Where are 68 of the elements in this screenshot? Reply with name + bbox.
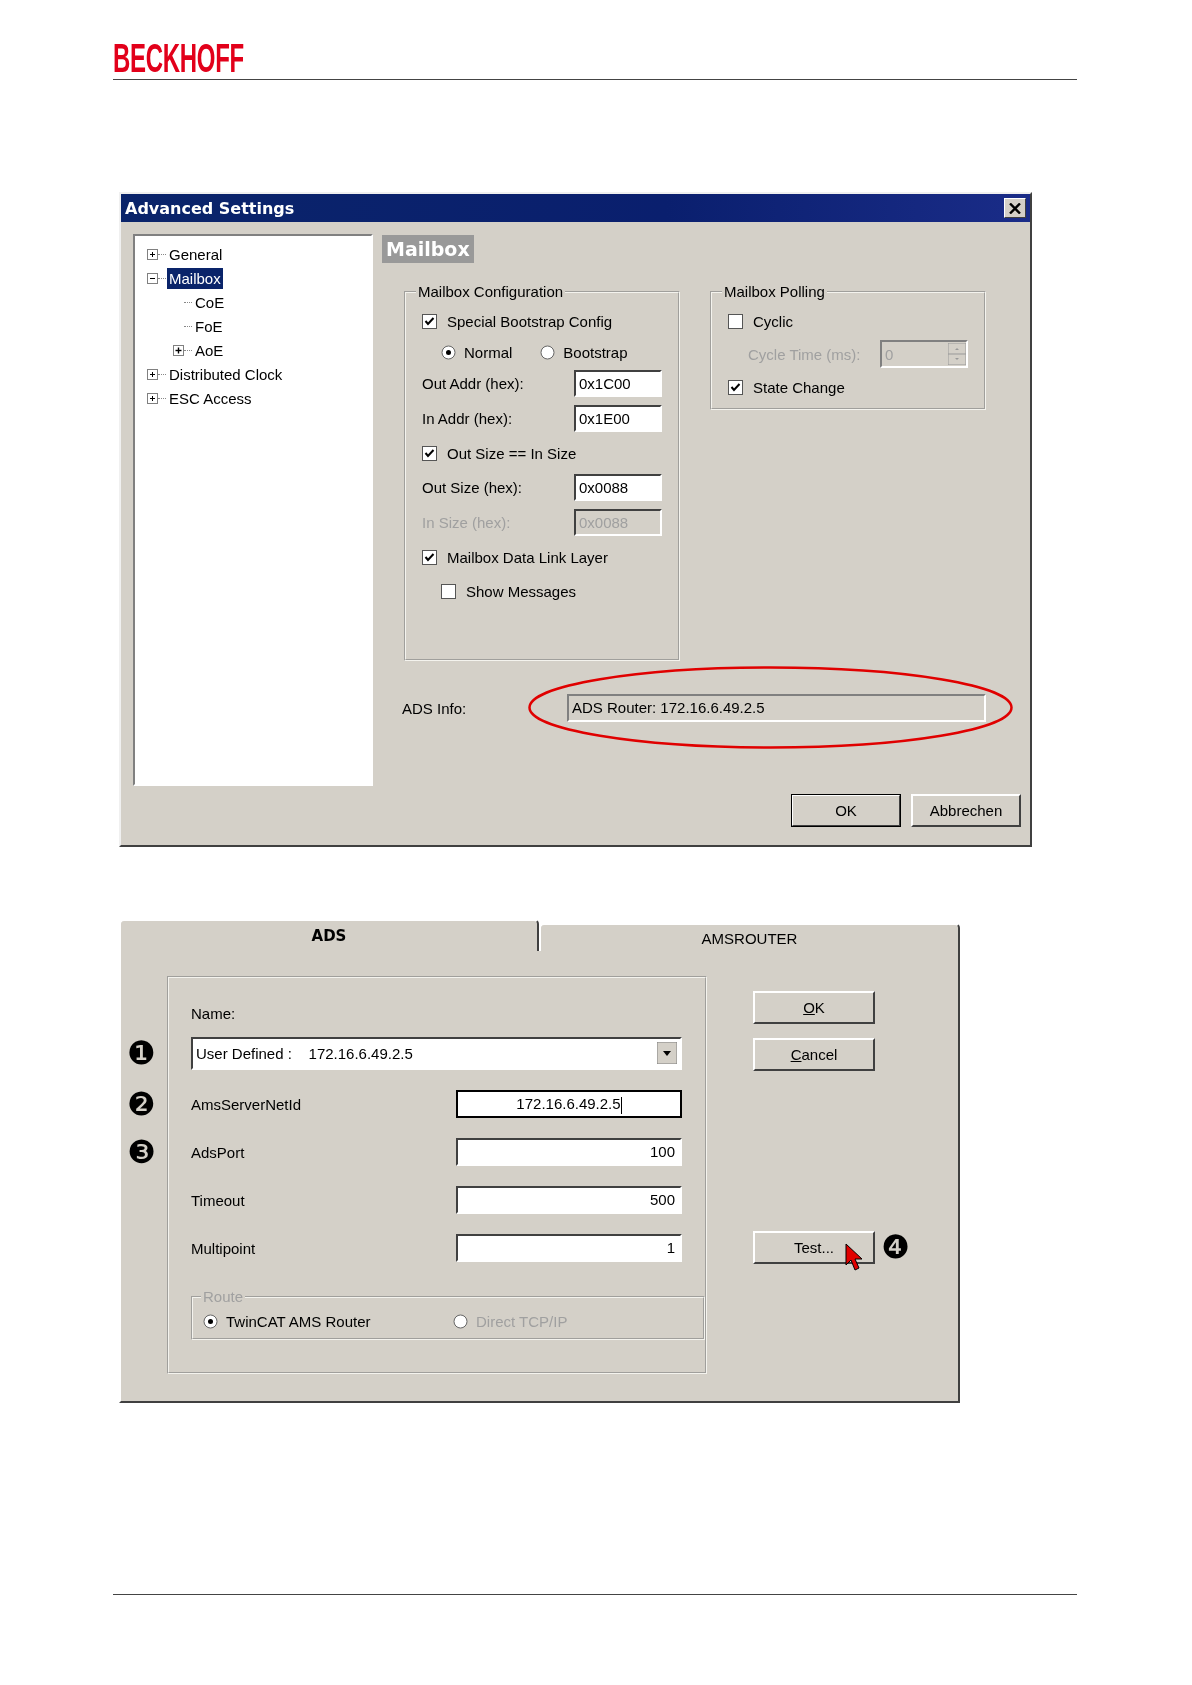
input-field[interactable]: 0x1E00 <box>574 405 662 432</box>
callout-number: ❷ <box>127 1086 156 1122</box>
window-title: Advanced Settings <box>125 198 295 218</box>
tree-item[interactable]: Distributed Clock <box>167 363 285 385</box>
tree-item[interactable]: CoE <box>193 291 227 313</box>
spin-arrows-icon <box>948 343 966 365</box>
input-field[interactable]: 0x1C00 <box>574 370 662 397</box>
field-label: Timeout <box>191 1191 245 1209</box>
radio-button[interactable] <box>441 344 456 360</box>
field-label: AmsServerNetId <box>191 1095 302 1113</box>
dropdown-arrow-icon <box>657 1042 677 1064</box>
radio-label: Normal <box>464 343 513 361</box>
radio-label: TwinCAT AMS Router <box>226 1313 371 1330</box>
field-label: Out Size (hex): <box>422 479 523 496</box>
checkbox[interactable] <box>422 313 437 329</box>
checkbox-label: Cyclic <box>753 312 793 330</box>
dialog-button[interactable]: Abbrechen <box>911 794 1021 827</box>
dropdown[interactable]: User Defined : 172.16.6.49.2.5 <box>191 1036 682 1070</box>
callout-number: ❶ <box>127 1035 156 1071</box>
input-field[interactable]: 500 <box>456 1186 682 1214</box>
checkbox-label: Mailbox Data Link Layer <box>447 548 608 566</box>
input-field[interactable]: 1 <box>456 1234 682 1262</box>
logo: BECKHOFF <box>113 40 244 76</box>
input-field[interactable]: 100 <box>456 1138 682 1166</box>
dialog-button[interactable]: OK <box>753 991 875 1024</box>
callout-number: ❹ <box>881 1229 910 1265</box>
dialog-button[interactable]: Test... <box>753 1231 875 1264</box>
collapse-icon[interactable] <box>147 272 158 284</box>
dialog-button[interactable]: Cancel <box>753 1038 875 1071</box>
group-title: Mailbox Polling <box>723 283 826 300</box>
field-label: AdsPort <box>191 1143 245 1161</box>
tree-item[interactable]: FoE <box>193 315 225 337</box>
tree-item[interactable]: Mailbox <box>167 267 223 289</box>
input-field[interactable]: 0x0088 <box>574 474 662 501</box>
input-field[interactable]: 172.16.6.49.2.5 <box>456 1090 682 1118</box>
section-title: Mailbox <box>382 235 474 263</box>
tree-item[interactable]: General <box>167 243 225 265</box>
field-label: In Addr (hex): <box>422 410 513 427</box>
radio-button[interactable] <box>540 344 556 360</box>
expand-icon[interactable] <box>147 392 158 404</box>
checkbox[interactable] <box>728 379 743 395</box>
close-icon <box>1009 202 1021 214</box>
checkbox[interactable] <box>728 313 743 329</box>
checkbox[interactable] <box>422 549 437 565</box>
expand-icon[interactable] <box>173 344 184 356</box>
checkbox[interactable] <box>441 583 456 599</box>
tree-item[interactable]: ESC Access <box>167 387 254 409</box>
field-label: Out Addr (hex): <box>422 375 524 392</box>
tab[interactable]: ADS <box>119 919 539 951</box>
checkbox-label: Special Bootstrap Config <box>447 312 613 330</box>
info-field: ADS Router: 172.16.6.49.2.5 <box>567 694 986 722</box>
radio-button[interactable] <box>203 1314 218 1329</box>
tree-item[interactable]: AoE <box>193 339 226 361</box>
tab[interactable]: AMSROUTER <box>539 923 960 951</box>
checkbox-label: State Change <box>753 378 845 396</box>
checkbox-label: Out Size == In Size <box>447 444 577 462</box>
expand-icon[interactable] <box>147 248 158 260</box>
field-label: Name: <box>191 1004 236 1022</box>
close-button[interactable] <box>1004 198 1026 218</box>
field-label: ADS Info: <box>402 699 468 717</box>
checkbox[interactable] <box>422 445 437 461</box>
callout-number: ❸ <box>127 1134 156 1170</box>
dialog-button[interactable]: OK <box>791 794 901 827</box>
radio-label: Bootstrap <box>563 343 628 361</box>
checkbox-label: Show Messages <box>466 582 577 600</box>
group-title: Mailbox Configuration <box>417 283 565 300</box>
expand-icon[interactable] <box>147 368 158 380</box>
field-label: Multipoint <box>191 1239 256 1257</box>
